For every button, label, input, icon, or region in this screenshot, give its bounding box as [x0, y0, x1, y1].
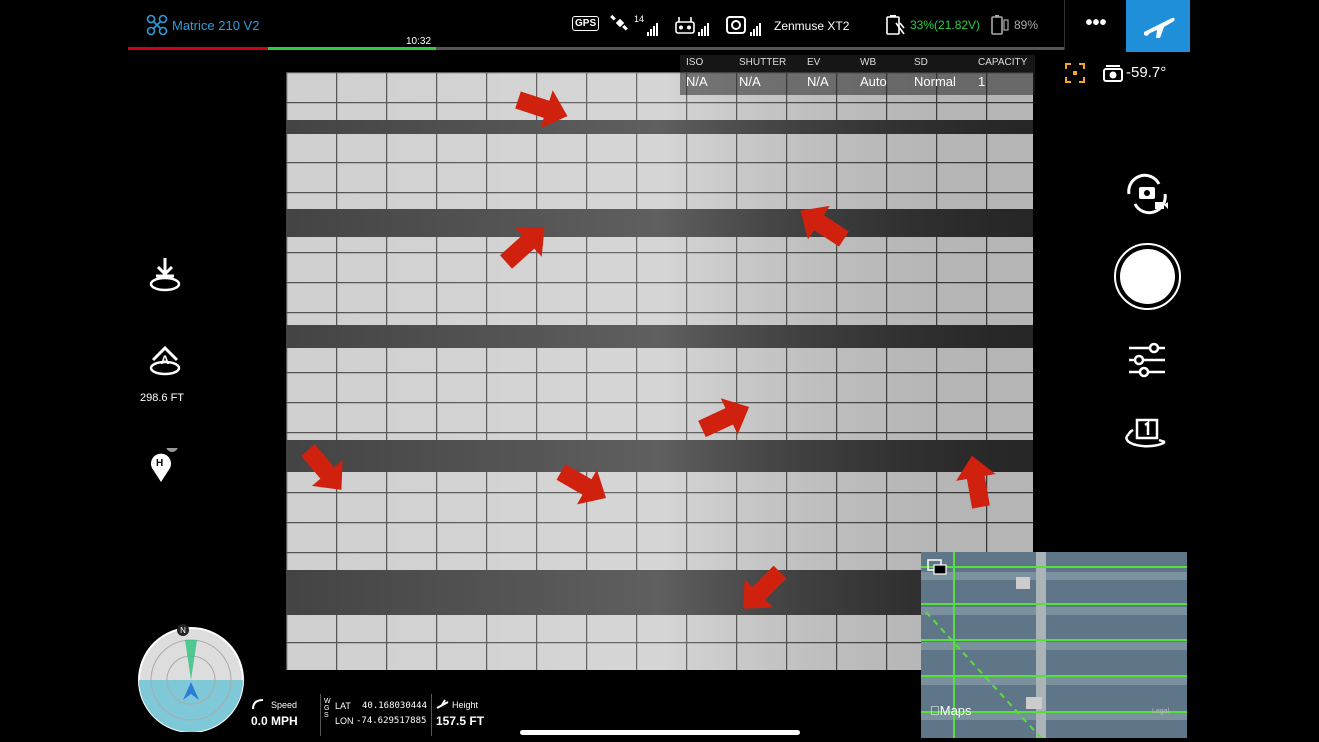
- sd-value: Normal: [914, 74, 956, 89]
- maps-attribution: Maps: [930, 703, 972, 718]
- attitude-compass[interactable]: N: [137, 624, 245, 732]
- speed-value: 0.0 MPH: [251, 714, 298, 728]
- flight-progress-green-segment: [268, 47, 436, 50]
- ev-label: EV: [807, 57, 821, 68]
- flight-progress-red-segment: [128, 47, 268, 50]
- rc-battery-icon: [991, 15, 1009, 35]
- svg-text:A: A: [161, 353, 170, 367]
- gps-signal-icon: [647, 18, 659, 36]
- rc-signal-icon: [698, 18, 710, 36]
- photo-video-switch-icon[interactable]: [1123, 172, 1171, 216]
- lon-value: -74.629517885: [356, 716, 427, 726]
- home-indicator-bar[interactable]: [520, 730, 800, 735]
- iso-label: ISO: [686, 57, 704, 68]
- camera-name: Zenmuse XT2: [774, 19, 850, 33]
- shutter-value: N/A: [739, 74, 761, 89]
- maps-label: Maps: [930, 703, 972, 718]
- video-signal-icon: [750, 18, 762, 36]
- legal-link[interactable]: Legal: [1152, 708, 1169, 715]
- return-to-home-icon[interactable]: A: [145, 340, 185, 380]
- height-label: Height: [452, 700, 479, 710]
- home-pin-label: H: [156, 458, 164, 469]
- battery-icon[interactable]: [884, 14, 906, 36]
- satellite-count: 14: [634, 14, 645, 24]
- apple-logo-icon: : [930, 703, 940, 718]
- home-pin-icon: [151, 440, 179, 482]
- height-value: 157.5 FT: [436, 714, 485, 728]
- map-toggle-icon[interactable]: [927, 559, 947, 575]
- telemetry-divider: [431, 694, 432, 736]
- lat-label: LAT: [335, 701, 351, 711]
- capacity-value: 1: [978, 74, 986, 89]
- rc-battery-status: 89%: [1014, 18, 1039, 32]
- height-icon: [436, 699, 449, 709]
- auto-landing-icon[interactable]: [145, 256, 185, 296]
- aircraft-name[interactable]: Matrice 210 V2: [172, 18, 259, 33]
- drone-icon[interactable]: [146, 14, 168, 36]
- camera-parameters-panel[interactable]: ISO N/A SHUTTER N/A EV N/A WB Auto SD No…: [680, 55, 1035, 95]
- gps-badge[interactable]: GPS: [572, 16, 600, 31]
- gimbal-reset-icon[interactable]: [1125, 418, 1169, 454]
- wb-value: Auto: [860, 74, 887, 89]
- wgs-label: WGS: [324, 698, 331, 719]
- lon-label: LON: [335, 716, 354, 726]
- satellite-icon[interactable]: [610, 14, 632, 34]
- speed-label: Speed: [271, 700, 298, 710]
- gimbal-camera-icon: [1103, 65, 1123, 82]
- shutter-label: SHUTTER: [739, 57, 787, 68]
- iso-value: N/A: [686, 74, 708, 89]
- remote-controller-icon[interactable]: [675, 15, 695, 35]
- sd-label: SD: [914, 57, 928, 68]
- compass-north-label: N: [180, 626, 186, 635]
- home-distance: 298.6 FT: [140, 392, 185, 404]
- telemetry-divider: [320, 694, 321, 736]
- more-menu-button[interactable]: •••: [1064, 0, 1127, 50]
- takeoff-button[interactable]: [1126, 0, 1190, 52]
- telemetry-panel: Speed 0.0 MPH WGS LAT 40.168030444 LON -…: [248, 694, 506, 736]
- battery-status: 33%(21.82V): [910, 18, 981, 32]
- gimbal-pitch: -59.7°: [1126, 64, 1167, 81]
- home-point-marker[interactable]: H: [146, 440, 186, 488]
- shutter-button-inner[interactable]: [1120, 249, 1175, 304]
- ev-value: N/A: [807, 74, 829, 89]
- lat-value: 40.168030444: [362, 701, 428, 711]
- camera-settings-icon[interactable]: [1127, 340, 1167, 380]
- airplane-icon: [1144, 17, 1175, 38]
- flight-time: 10:32: [406, 36, 432, 47]
- exposure-lock-icon[interactable]: [1064, 62, 1086, 84]
- wb-label: WB: [860, 57, 877, 68]
- camera-icon[interactable]: [726, 16, 746, 34]
- capacity-label: CAPACITY: [978, 57, 1028, 68]
- speed-icon: [252, 699, 264, 710]
